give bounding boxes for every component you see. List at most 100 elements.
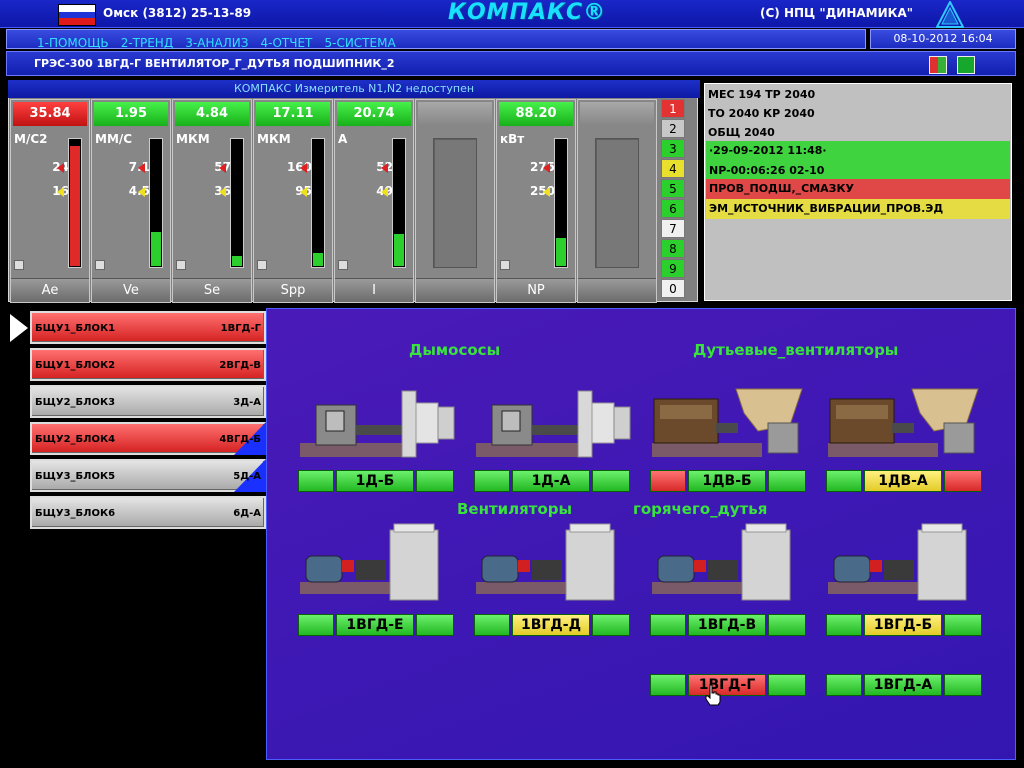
gauge-checkbox[interactable] (257, 260, 267, 270)
menu-report[interactable]: 4-ОТЧЕТ (261, 36, 313, 50)
channel-button-9[interactable]: 9 (661, 259, 685, 278)
gauge-1[interactable]: 35.84 М/С2 24 16 Ae (10, 99, 90, 303)
channel-button-5[interactable]: 5 (661, 179, 685, 198)
menu-trend[interactable]: 2-ТРЕНД (121, 36, 174, 50)
gauge-checkbox[interactable] (14, 260, 24, 270)
gauge-bar (554, 138, 568, 268)
block-button[interactable]: БЩУ1_БЛОК1 1ВГД-Г (30, 311, 266, 344)
status-segment-left (826, 674, 862, 696)
unit-status-label[interactable]: 1Д-Б (298, 470, 456, 492)
hot-blast-fan-icon[interactable] (474, 520, 634, 602)
gauge-unit: кВт (500, 132, 525, 146)
status-indicator-green[interactable] (957, 56, 975, 74)
gauge-7[interactable]: 88.20 кВт 275 250 NP (496, 99, 576, 303)
gauge-name: Se (173, 278, 251, 302)
unit-status-label[interactable]: 1ВГД-Д (474, 614, 632, 636)
unit-label: 3Д-А (233, 397, 261, 408)
channel-button-4[interactable]: 4 (661, 159, 685, 178)
block-button[interactable]: БЩУ2_БЛОК4 4ВГД-Б (30, 422, 266, 455)
gauge-2[interactable]: 1.95 ММ/С 7.1 4.5 Ve (91, 99, 171, 303)
russia-flag-icon (58, 4, 96, 26)
status-indicator-split[interactable] (929, 56, 947, 74)
blower-fan-icon[interactable] (826, 383, 986, 465)
status-segment-left (298, 614, 334, 636)
channel-button-3[interactable]: 3 (661, 139, 685, 158)
gauge-5[interactable]: 20.74 А 52 49 I (334, 99, 414, 303)
unit-status-label[interactable]: 1ВГД-Г (650, 674, 808, 696)
unit-status-label[interactable]: 1ВГД-Б (826, 614, 984, 636)
gauge-value: 1.95 (94, 102, 168, 126)
hot-blast-fan-icon[interactable] (826, 520, 986, 602)
gauge-4[interactable]: 17.11 МКМ 160 95 Spp (253, 99, 333, 303)
unit-status-label[interactable]: 1ДВ-Б (650, 470, 808, 492)
status-segment-left (650, 470, 686, 492)
unit-name: 1ДВ-Б (688, 470, 766, 492)
channel-button-1[interactable]: 1 (661, 99, 685, 118)
gauge-checkbox[interactable] (95, 260, 105, 270)
gauge-bar (149, 138, 163, 268)
gauge-name (416, 278, 494, 302)
unit-label: 4ВГД-Б (219, 434, 261, 445)
unit-status-label[interactable]: 1ВГД-В (650, 614, 808, 636)
unit-name: 1ВГД-Г (688, 674, 766, 696)
gauge-8[interactable] (577, 99, 657, 303)
heading-blowers: Дутьевые_вентиляторы (693, 341, 899, 359)
gauge-6[interactable] (415, 99, 495, 303)
gauge-3[interactable]: 4.84 МКМ 57 36 Se (172, 99, 252, 303)
menu-analysis[interactable]: 3-АНАЛИЗ (185, 36, 248, 50)
unit-status-label[interactable]: 1ВГД-А (826, 674, 984, 696)
unit-name: 1ВГД-Д (512, 614, 590, 636)
status-segment-left (474, 470, 510, 492)
blower-fan-icon[interactable] (650, 383, 810, 465)
unit-label: 2ВГД-В (219, 360, 261, 371)
upper-limit-marker-icon (138, 163, 145, 173)
message-bar: ·29-09-2012 11:48· (706, 141, 1010, 161)
gauge-checkbox[interactable] (500, 260, 510, 270)
smoke-exhauster-icon[interactable] (298, 383, 458, 465)
message-line: МЕС 194 ТР 2040 (708, 88, 816, 101)
unit-status-label[interactable]: 1Д-А (474, 470, 632, 492)
unit-name: 1ВГД-В (688, 614, 766, 636)
block-label: БЩУ3_БЛОК5 (35, 471, 116, 482)
unit-name: 1ВГД-Б (864, 614, 942, 636)
gauge-unit: М/С2 (14, 132, 48, 146)
smoke-exhauster-icon[interactable] (474, 383, 634, 465)
gauge-unit: МКМ (257, 132, 291, 146)
channel-number-column: 1234567890 (661, 99, 685, 301)
channel-button-8[interactable]: 8 (661, 239, 685, 258)
gauge-name: I (335, 278, 413, 302)
unit-status-label[interactable]: 1ВГД-Е (298, 614, 456, 636)
status-segment-left (298, 470, 334, 492)
unit-name: 1ВГД-Е (336, 614, 414, 636)
status-segment-right (768, 614, 806, 636)
dinamika-logo-icon (936, 1, 964, 28)
status-segment-left (826, 614, 862, 636)
upper-limit-marker-icon (543, 163, 550, 173)
menu-help[interactable]: 1-ПОМОЩЬ (37, 36, 109, 50)
lower-limit-marker-icon (138, 187, 145, 197)
gauge-value (580, 102, 654, 126)
gauge-value: 17.11 (256, 102, 330, 126)
block-button[interactable]: БЩУ3_БЛОК5 5Д-А (30, 459, 266, 492)
block-button[interactable]: БЩУ1_БЛОК2 2ВГД-В (30, 348, 266, 381)
gauge-bar (68, 138, 82, 268)
menu-system[interactable]: 5-СИСТЕМА (324, 36, 395, 50)
hot-blast-fan-icon[interactable] (298, 520, 458, 602)
gauge-checkbox[interactable] (176, 260, 186, 270)
datetime-display: 08-10-2012 16:04 (870, 29, 1016, 49)
block-button[interactable]: БЩУ3_БЛОК6 6Д-А (30, 496, 266, 529)
hot-blast-fan-icon[interactable] (650, 520, 810, 602)
unit-status-label[interactable]: 1ДВ-А (826, 470, 984, 492)
channel-button-2[interactable]: 2 (661, 119, 685, 138)
channel-button-6[interactable]: 6 (661, 199, 685, 218)
channel-button-7[interactable]: 7 (661, 219, 685, 238)
gauge-checkbox[interactable] (338, 260, 348, 270)
gauge-value: 20.74 (337, 102, 411, 126)
lower-limit-marker-icon (543, 187, 550, 197)
lower-limit-marker-icon (381, 187, 388, 197)
page-title: ГРЭС-300 1ВГД-Г ВЕНТИЛЯТОР_Г_ДУТЬЯ ПОДШИ… (34, 57, 395, 70)
block-button[interactable]: БЩУ2_БЛОК3 3Д-А (30, 385, 266, 418)
gauge-name: Spp (254, 278, 332, 302)
channel-button-0[interactable]: 0 (661, 279, 685, 298)
block-label: БЩУ3_БЛОК6 (35, 508, 116, 519)
